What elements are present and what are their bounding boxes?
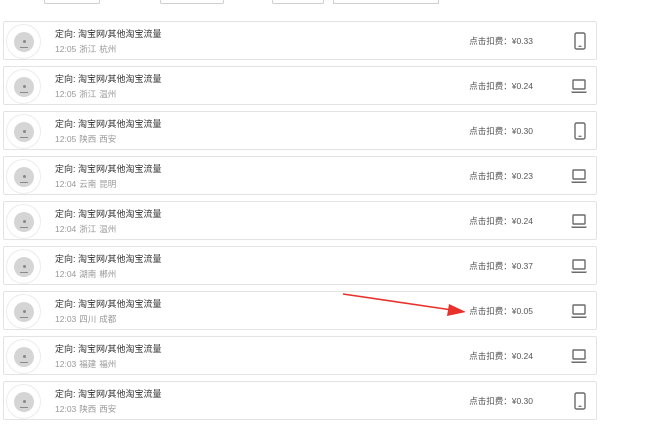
avatar (6, 159, 41, 194)
laptop-icon (569, 211, 589, 231)
record-time: 12:05 (55, 134, 77, 144)
record-title: 定向: 淘宝网/其他淘宝流量 (55, 254, 162, 264)
record-title: 定向: 淘宝网/其他淘宝流量 (55, 119, 162, 129)
click-records-page: 定向: 淘宝网/其他淘宝流量 12:05 浙江 杭州 点击扣费：¥0.33 定向: 淘宝网… (0, 0, 659, 434)
record-time: 12:03 (55, 359, 77, 369)
record-row[interactable]: 定向: 淘宝网/其他淘宝流量 12:03 福建 福州 点击扣费：¥0.24 (3, 336, 597, 375)
avatar (6, 339, 41, 374)
record-city: 昆明 (99, 179, 117, 189)
avatar-face-icon (14, 392, 34, 412)
avatar-face-icon (14, 302, 34, 322)
record-time: 12:03 (55, 314, 77, 324)
laptop-icon (569, 346, 589, 366)
record-city: 西安 (99, 404, 117, 414)
record-title: 定向: 淘宝网/其他淘宝流量 (55, 164, 162, 174)
record-title: 定向: 淘宝网/其他淘宝流量 (55, 389, 162, 399)
record-cost: 点击扣费：¥0.23 (469, 171, 533, 181)
laptop-icon (569, 301, 589, 321)
filter-select-3[interactable] (272, 0, 324, 4)
laptop-icon (569, 166, 589, 186)
record-province: 陕西 (79, 134, 97, 144)
record-meta: 12:03 四川 成都 (55, 313, 119, 325)
record-title: 定向: 淘宝网/其他淘宝流量 (55, 344, 162, 354)
record-province: 浙江 (79, 89, 97, 99)
record-row[interactable]: 定向: 淘宝网/其他淘宝流量 12:04 浙江 温州 点击扣费：¥0.24 (3, 201, 597, 240)
phone-icon (570, 121, 590, 141)
avatar-face-icon (14, 167, 34, 187)
record-meta: 12:03 陕西 西安 (55, 403, 119, 415)
record-time: 12:05 (55, 89, 77, 99)
filter-bar (0, 0, 659, 6)
avatar-face-icon (14, 257, 34, 277)
record-city: 温州 (99, 224, 117, 234)
avatar (6, 384, 41, 419)
record-time: 12:04 (55, 224, 77, 234)
record-city: 福州 (99, 359, 117, 369)
avatar-face-icon (14, 77, 34, 97)
record-province: 浙江 (79, 44, 97, 54)
record-province: 浙江 (79, 224, 97, 234)
record-meta: 12:05 浙江 杭州 (55, 43, 119, 55)
record-city: 温州 (99, 89, 117, 99)
record-cost: 点击扣费：¥0.33 (469, 36, 533, 46)
record-meta: 12:05 陕西 西安 (55, 133, 119, 145)
record-title: 定向: 淘宝网/其他淘宝流量 (55, 209, 162, 219)
avatar-face-icon (14, 347, 34, 367)
avatar (6, 294, 41, 329)
record-cost: 点击扣费：¥0.05 (469, 306, 533, 316)
avatar-face-icon (14, 122, 34, 142)
record-cost: 点击扣费：¥0.37 (469, 261, 533, 271)
record-city: 西安 (99, 134, 117, 144)
avatar (6, 24, 41, 59)
laptop-icon (569, 256, 589, 276)
record-city: 杭州 (99, 44, 117, 54)
record-row[interactable]: 定向: 淘宝网/其他淘宝流量 12:04 云南 昆明 点击扣费：¥0.23 (3, 156, 597, 195)
record-meta: 12:03 福建 福州 (55, 358, 119, 370)
record-row[interactable]: 定向: 淘宝网/其他淘宝流量 12:03 四川 成都 点击扣费：¥0.05 (3, 291, 597, 330)
phone-icon (570, 31, 590, 51)
record-time: 12:03 (55, 404, 77, 414)
avatar (6, 114, 41, 149)
record-city: 成都 (99, 314, 117, 324)
record-time: 12:05 (55, 44, 77, 54)
record-row[interactable]: 定向: 淘宝网/其他淘宝流量 12:03 陕西 西安 点击扣费：¥0.30 (3, 381, 597, 420)
record-meta: 12:04 湖南 郴州 (55, 268, 119, 280)
record-cost: 点击扣费：¥0.24 (469, 81, 533, 91)
record-title: 定向: 淘宝网/其他淘宝流量 (55, 299, 162, 309)
filter-select-1[interactable] (44, 0, 100, 4)
record-province: 陕西 (79, 404, 97, 414)
record-city: 郴州 (99, 269, 117, 279)
filter-select-2[interactable] (160, 0, 224, 4)
record-meta: 12:05 浙江 温州 (55, 88, 119, 100)
record-row[interactable]: 定向: 淘宝网/其他淘宝流量 12:04 湖南 郴州 点击扣费：¥0.37 (3, 246, 597, 285)
laptop-icon (569, 76, 589, 96)
record-title: 定向: 淘宝网/其他淘宝流量 (55, 74, 162, 84)
record-cost: 点击扣费：¥0.24 (469, 216, 533, 226)
record-time: 12:04 (55, 179, 77, 189)
record-province: 四川 (79, 314, 97, 324)
avatar-face-icon (14, 32, 34, 52)
avatar (6, 249, 41, 284)
record-row[interactable]: 定向: 淘宝网/其他淘宝流量 12:05 陕西 西安 点击扣费：¥0.30 (3, 111, 597, 150)
avatar (6, 204, 41, 239)
record-province: 福建 (79, 359, 97, 369)
record-cost: 点击扣费：¥0.30 (469, 396, 533, 406)
record-meta: 12:04 云南 昆明 (55, 178, 119, 190)
record-title: 定向: 淘宝网/其他淘宝流量 (55, 29, 162, 39)
avatar-face-icon (14, 212, 34, 232)
record-province: 湖南 (79, 269, 97, 279)
phone-icon (570, 391, 590, 411)
record-time: 12:04 (55, 269, 77, 279)
search-input[interactable] (333, 0, 439, 4)
record-row[interactable]: 定向: 淘宝网/其他淘宝流量 12:05 浙江 杭州 点击扣费：¥0.33 (3, 21, 597, 60)
record-row[interactable]: 定向: 淘宝网/其他淘宝流量 12:05 浙江 温州 点击扣费：¥0.24 (3, 66, 597, 105)
record-province: 云南 (79, 179, 97, 189)
record-cost: 点击扣费：¥0.24 (469, 351, 533, 361)
avatar (6, 69, 41, 104)
record-meta: 12:04 浙江 温州 (55, 223, 119, 235)
record-cost: 点击扣费：¥0.30 (469, 126, 533, 136)
